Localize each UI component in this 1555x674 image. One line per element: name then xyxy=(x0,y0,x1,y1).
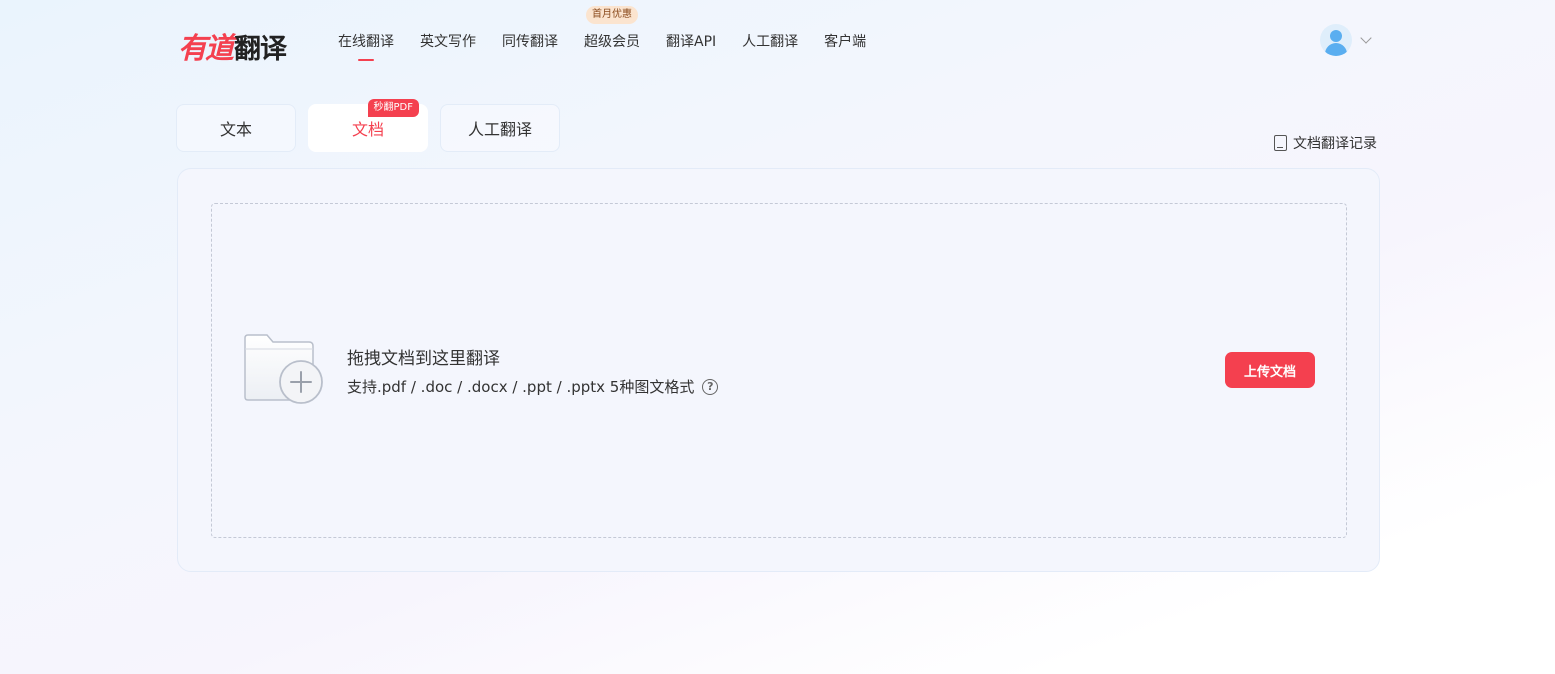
nav-item-api[interactable]: 翻译API xyxy=(666,32,716,58)
pdf-badge: 秒翻PDF xyxy=(367,99,419,117)
tab-text[interactable]: 文本 xyxy=(176,104,296,152)
help-icon[interactable]: ? xyxy=(702,379,719,395)
drop-instructions: 拖拽文档到这里翻译 支持.pdf / .doc / .docx / .ppt /… xyxy=(347,347,719,400)
nav-item-simultaneous[interactable]: 同传翻译 xyxy=(502,32,558,58)
tab-label: 文本 xyxy=(219,120,252,139)
nav-item-label: 在线翻译 xyxy=(338,34,394,50)
upload-panel: 拖拽文档到这里翻译 支持.pdf / .doc / .docx / .ppt /… xyxy=(177,168,1380,572)
nav-item-english-writing[interactable]: 英文写作 xyxy=(420,32,476,58)
nav-item-label: 客户端 xyxy=(824,34,867,50)
supported-formats: 支持.pdf / .doc / .docx / .ppt / .pptx 5种图… xyxy=(347,378,695,396)
chevron-down-icon[interactable] xyxy=(1360,32,1372,44)
nav-item-online-translate[interactable]: 在线翻译 xyxy=(338,32,394,58)
user-avatar-icon[interactable] xyxy=(1320,24,1352,56)
drop-zone[interactable]: 拖拽文档到这里翻译 支持.pdf / .doc / .docx / .ppt /… xyxy=(211,203,1347,538)
logo[interactable]: 有道 翻译 xyxy=(178,25,287,67)
logo-brand: 有道 xyxy=(178,31,234,65)
nav-item-client[interactable]: 客户端 xyxy=(824,32,866,58)
nav-item-label: 超级会员 xyxy=(584,34,640,50)
nav-item-label: 翻译API xyxy=(666,34,717,50)
nav-item-human-translate[interactable]: 人工翻译 xyxy=(742,32,798,58)
nav-item-vip[interactable]: 首月优惠 超级会员 xyxy=(584,6,640,58)
user-menu[interactable] xyxy=(1320,24,1372,56)
promo-badge: 首月优惠 xyxy=(586,6,638,24)
drop-subtitle-row: 支持.pdf / .doc / .docx / .ppt / .pptx 5种图… xyxy=(347,374,719,400)
mode-tabs: 文本 秒翻PDF 文档 人工翻译 xyxy=(176,99,560,152)
logo-product: 翻译 xyxy=(234,33,287,65)
history-label: 文档翻译记录 xyxy=(1293,136,1377,152)
upload-document-button[interactable]: 上传文档 xyxy=(1225,352,1315,388)
nav-item-label: 人工翻译 xyxy=(742,34,799,50)
tab-label: 人工翻译 xyxy=(467,120,532,139)
nav-item-label: 同传翻译 xyxy=(502,34,558,50)
document-icon xyxy=(1274,135,1287,151)
tab-label: 文档 xyxy=(351,120,384,139)
folder-add-icon xyxy=(244,334,323,404)
tab-human-translate[interactable]: 人工翻译 xyxy=(440,104,560,152)
top-nav: 在线翻译 英文写作 同传翻译 首月优惠 超级会员 翻译API 人工翻译 客户端 xyxy=(338,6,892,58)
tab-document[interactable]: 秒翻PDF 文档 xyxy=(308,99,428,152)
document-history-link[interactable]: 文档翻译记录 xyxy=(1274,133,1377,153)
nav-item-label: 英文写作 xyxy=(420,34,476,50)
drop-title: 拖拽文档到这里翻译 xyxy=(347,349,500,369)
